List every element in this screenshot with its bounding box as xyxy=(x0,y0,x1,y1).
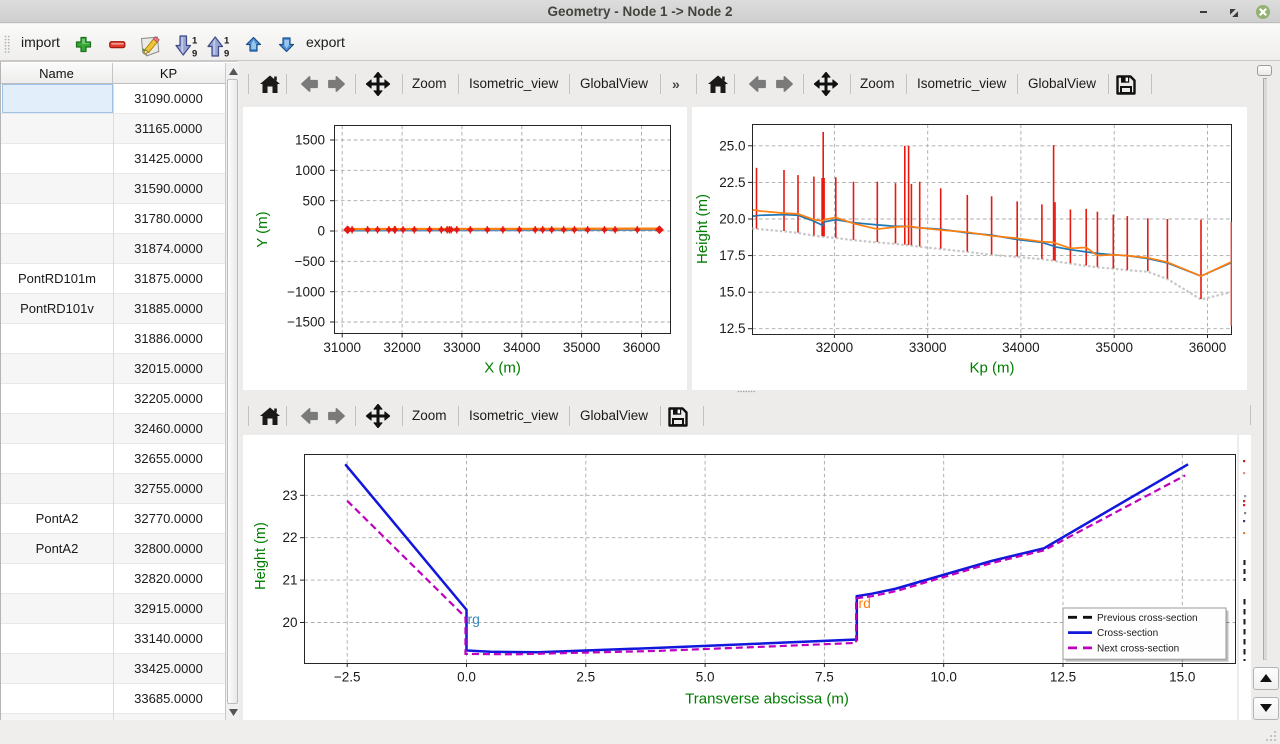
svg-text:35000: 35000 xyxy=(1095,340,1133,355)
svg-text:−2.5: −2.5 xyxy=(334,670,361,685)
svg-text:−1500: −1500 xyxy=(287,315,325,330)
svg-text:Transverse abscissa (m): Transverse abscissa (m) xyxy=(685,691,849,708)
svg-text:36000: 36000 xyxy=(623,340,661,355)
svg-text:25.0: 25.0 xyxy=(719,138,745,153)
svg-text:1: 1 xyxy=(192,36,198,47)
svg-text:1000: 1000 xyxy=(295,163,325,178)
svg-text:12.5: 12.5 xyxy=(719,321,745,336)
svg-text:21: 21 xyxy=(282,573,297,588)
svg-text:Y (m): Y (m) xyxy=(254,211,271,247)
svg-text:34000: 34000 xyxy=(1002,340,1040,355)
svg-text:Height (m): Height (m) xyxy=(253,522,269,590)
svg-text:15.0: 15.0 xyxy=(1169,670,1195,685)
svg-text:Cross-section: Cross-section xyxy=(1097,628,1158,639)
svg-text:rg: rg xyxy=(468,611,480,627)
svg-text:15.0: 15.0 xyxy=(719,285,745,300)
svg-text:35000: 35000 xyxy=(563,340,601,355)
svg-text:36000: 36000 xyxy=(1189,340,1227,355)
svg-text:X (m): X (m) xyxy=(484,360,521,377)
svg-text:32000: 32000 xyxy=(816,340,854,355)
svg-text:Height (m): Height (m) xyxy=(694,194,711,264)
svg-text:500: 500 xyxy=(302,193,325,208)
svg-text:34000: 34000 xyxy=(503,340,541,355)
svg-text:0.0: 0.0 xyxy=(457,670,476,685)
svg-text:9: 9 xyxy=(192,49,197,58)
svg-text:10.0: 10.0 xyxy=(931,670,957,685)
svg-text:−1000: −1000 xyxy=(287,284,325,299)
svg-text:32000: 32000 xyxy=(383,340,421,355)
svg-text:1500: 1500 xyxy=(295,133,325,148)
svg-text:20: 20 xyxy=(282,615,297,630)
svg-text:31000: 31000 xyxy=(323,340,361,355)
svg-text:20.0: 20.0 xyxy=(719,212,745,227)
svg-text:1: 1 xyxy=(224,36,230,47)
svg-text:Kp (m): Kp (m) xyxy=(970,360,1015,377)
svg-text:−500: −500 xyxy=(295,254,325,269)
svg-text:12.5: 12.5 xyxy=(1050,670,1076,685)
svg-text:2.5: 2.5 xyxy=(576,670,595,685)
svg-text:17.5: 17.5 xyxy=(719,248,745,263)
svg-text:0: 0 xyxy=(317,224,325,239)
svg-text:Next cross-section: Next cross-section xyxy=(1097,644,1179,655)
svg-text:23: 23 xyxy=(282,488,297,503)
svg-text:9: 9 xyxy=(224,49,229,58)
svg-text:22: 22 xyxy=(282,530,297,545)
svg-text:33000: 33000 xyxy=(443,340,481,355)
svg-text:5.0: 5.0 xyxy=(696,670,715,685)
svg-text:Previous cross-section: Previous cross-section xyxy=(1097,613,1198,624)
svg-text:22.5: 22.5 xyxy=(719,175,745,190)
svg-text:rd: rd xyxy=(859,595,871,611)
svg-text:7.5: 7.5 xyxy=(815,670,834,685)
svg-text:33000: 33000 xyxy=(909,340,947,355)
